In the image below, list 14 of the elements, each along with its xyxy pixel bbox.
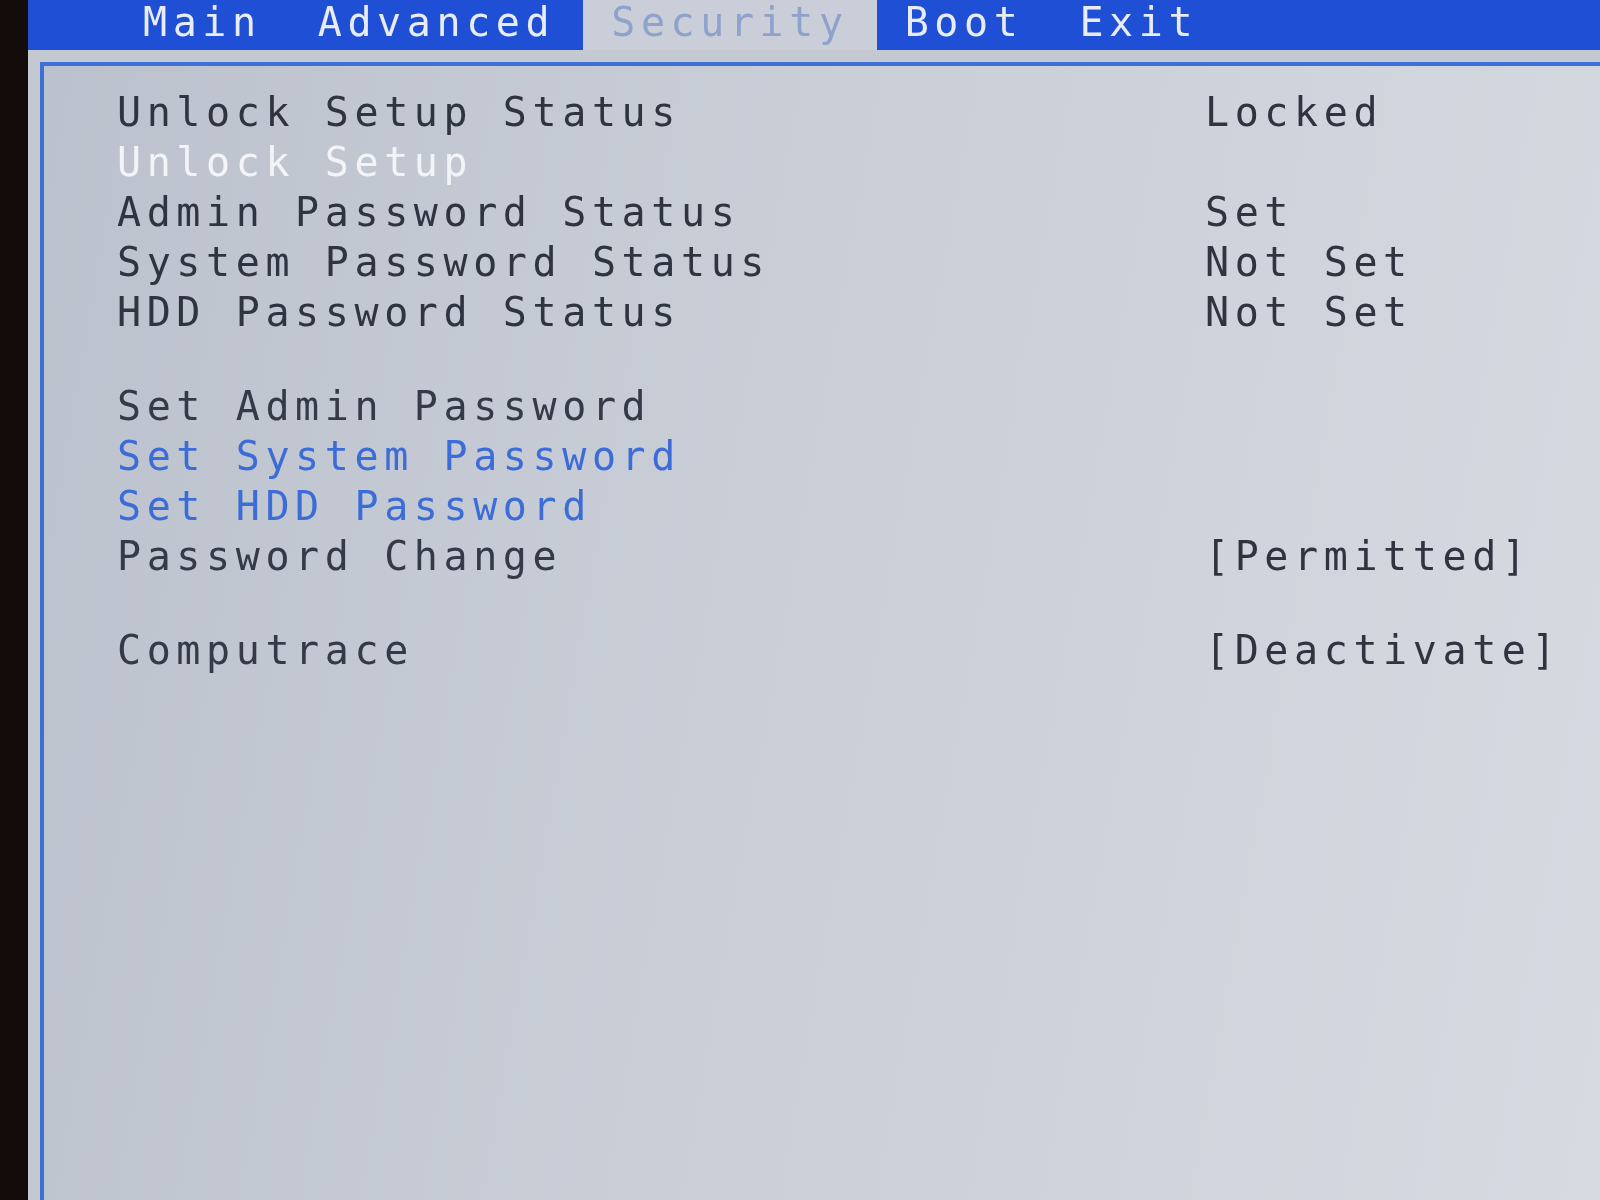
setting-label: Unlock Setup Status [117,88,681,137]
menu-tab[interactable]: Advanced [289,0,584,50]
menu-option[interactable]: Set HDD Password [117,481,592,531]
setting-value: Set [1205,188,1295,237]
setting-value: Not Set [1205,238,1413,287]
menu-option[interactable]: Set System Password [117,431,681,481]
menu-tab[interactable]: Exit [1051,0,1227,50]
setting-label: Admin Password Status [117,188,741,237]
menu-tab[interactable]: Main [115,0,290,50]
setting-label: HDD Password Status [117,288,681,337]
setting-value: Not Set [1205,288,1413,337]
menu-tab[interactable]: Boot [876,0,1052,50]
setting-label: System Password Status [117,238,770,287]
setting-value: Locked [1205,88,1384,137]
